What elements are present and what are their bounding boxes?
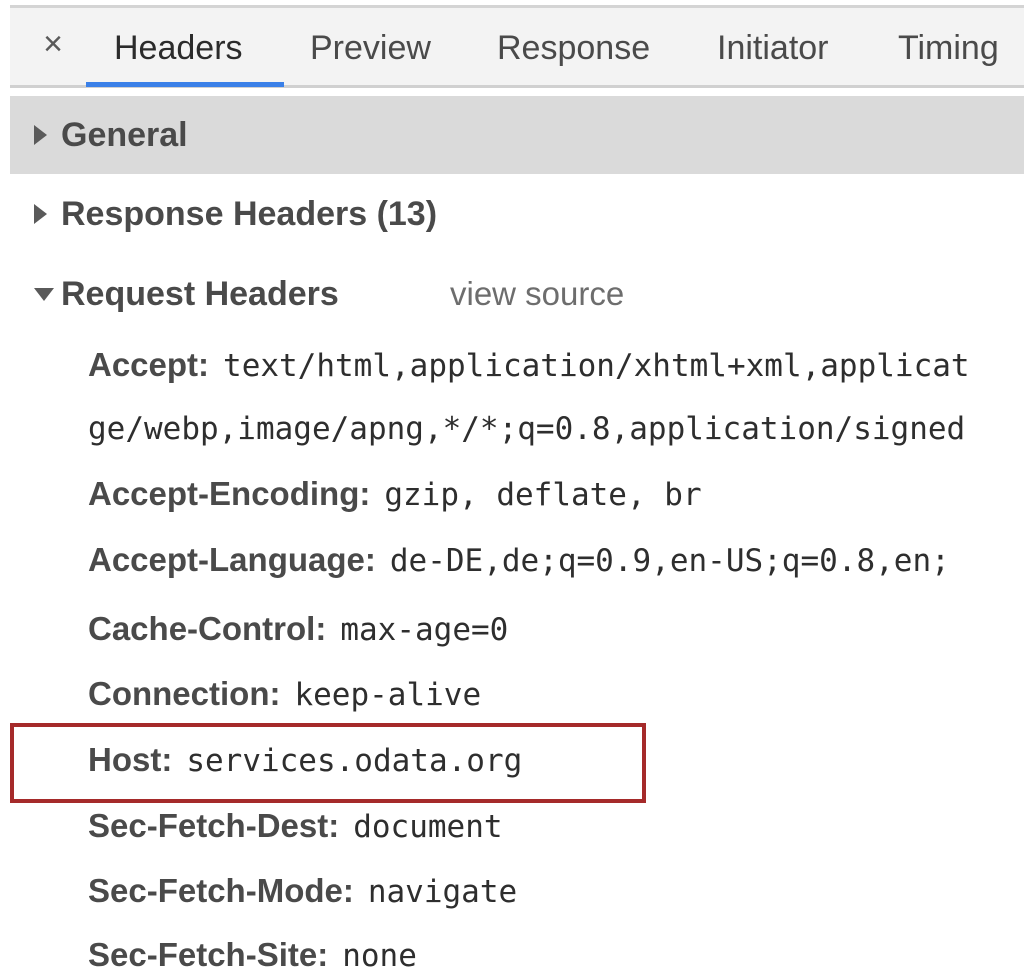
view-source-link[interactable]: view source xyxy=(450,272,624,316)
header-name: Sec-Fetch-Mode: xyxy=(88,872,354,909)
tab-response[interactable]: Response xyxy=(497,24,650,72)
header-name: Cache-Control: xyxy=(88,610,327,647)
section-general[interactable]: General xyxy=(10,96,1024,174)
devtools-tab-bar: × Headers Preview Response Initiator Tim… xyxy=(10,8,1024,88)
expand-triangle-icon[interactable] xyxy=(34,125,47,145)
header-value: de-DE,de;q=0.9,en-US;q=0.8,en; xyxy=(389,543,950,579)
header-name: Accept-Language: xyxy=(88,541,376,578)
header-value: document xyxy=(353,809,503,845)
header-row-accept-language: Accept-Language: de-DE,de;q=0.9,en-US;q=0… xyxy=(88,535,1024,585)
header-row-sec-fetch-mode: Sec-Fetch-Mode: navigate xyxy=(88,866,1024,916)
header-value: navigate xyxy=(367,874,518,910)
header-value: max-age=0 xyxy=(340,612,509,648)
header-name: Sec-Fetch-Dest: xyxy=(88,807,340,844)
tab-initiator[interactable]: Initiator xyxy=(717,24,829,72)
active-tab-indicator xyxy=(86,82,284,87)
section-request-headers[interactable]: Request Headers view source xyxy=(10,255,1024,333)
header-row-connection: Connection: keep-alive xyxy=(88,669,1024,719)
header-value: ge/webp,image/apng,*/*;q=0.8,application… xyxy=(88,411,966,447)
header-value: text/html,application/xhtml+xml,applicat xyxy=(223,348,970,384)
close-icon[interactable]: × xyxy=(36,22,70,66)
header-value: keep-alive xyxy=(294,677,482,713)
header-row-sec-fetch-dest: Sec-Fetch-Dest: document xyxy=(88,801,1024,851)
tab-preview[interactable]: Preview xyxy=(310,24,431,72)
section-request-headers-title: Request Headers xyxy=(61,275,339,313)
section-general-title: General xyxy=(61,116,188,154)
host-highlight-box xyxy=(10,723,646,803)
header-name: Accept: xyxy=(88,346,210,383)
header-value: gzip, deflate, br xyxy=(384,477,702,513)
section-response-headers[interactable]: Response Headers (13) xyxy=(10,175,1024,253)
tab-timing[interactable]: Timing xyxy=(898,24,999,72)
header-name: Connection: xyxy=(88,675,281,712)
header-value: none xyxy=(342,938,417,974)
header-row-accept: Accept: text/html,application/xhtml+xml,a… xyxy=(88,340,1024,390)
collapse-triangle-icon[interactable] xyxy=(34,288,54,301)
header-row-accept-continued: ge/webp,image/apng,*/*;q=0.8,application… xyxy=(88,404,1024,454)
header-name: Accept-Encoding: xyxy=(88,475,371,512)
header-row-accept-encoding: Accept-Encoding: gzip, deflate, br xyxy=(88,469,1024,519)
expand-triangle-icon[interactable] xyxy=(34,204,47,224)
header-row-cache-control: Cache-Control: max-age=0 xyxy=(88,604,1024,654)
tab-headers[interactable]: Headers xyxy=(114,24,243,72)
section-response-headers-title: Response Headers (13) xyxy=(61,195,438,233)
header-row-sec-fetch-site: Sec-Fetch-Site: none xyxy=(88,930,1024,975)
header-name: Sec-Fetch-Site: xyxy=(88,936,329,973)
